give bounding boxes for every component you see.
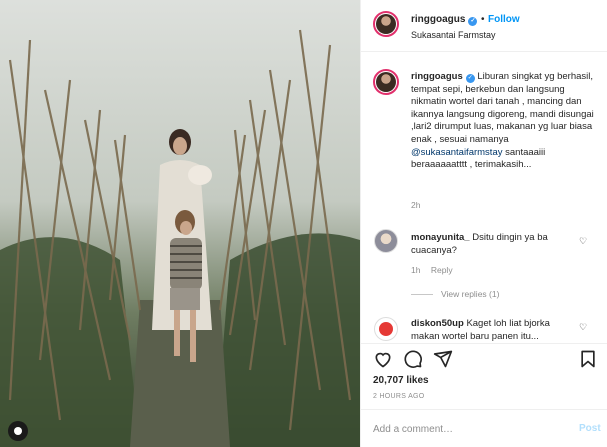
comment-icon[interactable]	[403, 349, 423, 369]
share-icon[interactable]	[433, 349, 453, 369]
caption-author-avatar[interactable]	[373, 69, 399, 95]
heart-icon[interactable]	[373, 349, 393, 369]
photo-illustration	[0, 0, 360, 447]
follow-button[interactable]: Follow	[488, 14, 520, 25]
post-comment-button[interactable]: Post	[579, 423, 601, 434]
comment-like-heart-icon[interactable]: ♡	[579, 236, 587, 247]
caption-mention[interactable]: @sukasantaifarmstay	[411, 147, 502, 158]
location-link[interactable]: Sukasantai Farmstay	[411, 30, 496, 40]
verified-badge-icon: ✓	[468, 17, 478, 26]
bookmark-icon[interactable]	[578, 349, 598, 369]
comment-item: diskon50up Kaget loh liat bjorka makan w…	[411, 318, 576, 343]
add-comment-bar: Post	[361, 409, 607, 447]
post-timestamp[interactable]: 2 HOURS AGO	[373, 393, 425, 400]
comment-like-heart-icon[interactable]: ♡	[579, 322, 587, 333]
post-actions: 20,707 likes 2 HOURS AGO	[361, 343, 607, 409]
header-separator: •	[481, 14, 485, 25]
verified-badge-icon: ✓	[465, 74, 475, 83]
caption-body: Liburan singkat yg berhasil, tempat sepi…	[411, 71, 594, 145]
caption-timestamp[interactable]: 2h	[411, 200, 420, 210]
author-avatar[interactable]	[373, 11, 399, 37]
caption-username[interactable]: ringgoagus	[411, 71, 463, 82]
comment-meta: 1h Reply	[411, 265, 461, 275]
comment-avatar[interactable]	[374, 317, 398, 341]
likes-count[interactable]: 20,707 likes	[373, 375, 429, 386]
post-header: ringgoagus ✓ • Follow Sukasantai Farmstay	[361, 0, 607, 52]
caption-text: ringgoagus ✓ Liburan singkat yg berhasil,…	[411, 71, 596, 172]
comment-timestamp[interactable]: 1h	[411, 265, 420, 275]
author-username-text[interactable]: ringgoagus	[411, 14, 465, 25]
comments-section[interactable]: ringgoagus ✓ Liburan singkat yg berhasil,…	[361, 53, 607, 343]
comment-username[interactable]: monayunita_	[411, 232, 470, 243]
user-tag-icon[interactable]	[8, 421, 28, 441]
comment-item: monayunita_ Dsitu dingin ya ba cuacanya?	[411, 232, 571, 257]
author-username[interactable]: ringgoagus ✓	[411, 14, 478, 26]
comment-username[interactable]: diskon50up	[411, 318, 464, 329]
view-replies-button[interactable]: View replies (1)	[411, 289, 499, 299]
post-side-panel: ringgoagus ✓ • Follow Sukasantai Farmstay…	[360, 0, 607, 447]
post-photo[interactable]	[0, 0, 360, 447]
add-comment-input[interactable]	[373, 420, 563, 438]
comment-avatar[interactable]	[374, 229, 398, 253]
reply-button[interactable]: Reply	[431, 265, 453, 275]
